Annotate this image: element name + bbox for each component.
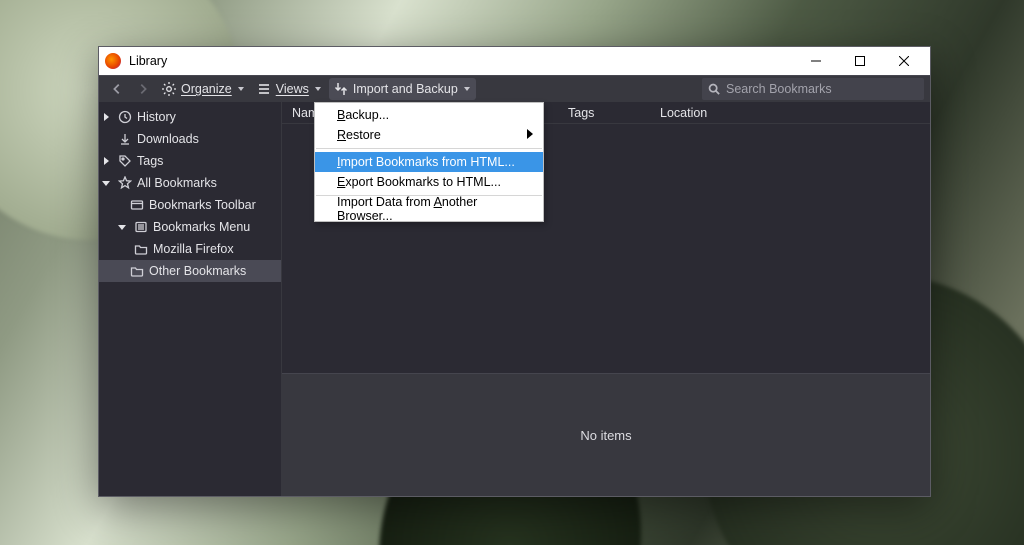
chevron-down-icon [315,87,321,91]
menu-mnemonic: I [337,155,340,169]
menu-item-import-other-browser[interactable]: Import Data from Another Browser... [315,199,543,219]
no-items-label: No items [580,428,631,443]
folder-icon [129,263,145,279]
search-icon [708,83,720,95]
menu-item-restore[interactable]: Restore [315,125,543,145]
clock-icon [117,109,133,125]
sidebar-item-other-bookmarks[interactable]: Other Bookmarks [99,260,281,282]
chevron-down-icon [238,87,244,91]
back-button[interactable] [105,78,129,100]
list-icon [256,81,272,97]
folder-icon [133,241,149,257]
views-label: Views [276,82,309,96]
menu-item-import-html[interactable]: Import Bookmarks from HTML... [315,152,543,172]
column-header-tags[interactable]: Tags [558,102,650,123]
star-icon [117,175,133,191]
bookmark-list[interactable]: Backup... Restore Import Bookmarks from … [282,124,930,373]
import-backup-menu-button[interactable]: Import and Backup [329,78,476,100]
menu-mnemonic: R [337,128,346,142]
import-export-icon [333,81,349,97]
toolbar-icon [129,197,145,213]
sidebar-item-bookmarks-menu[interactable]: Bookmarks Menu [99,216,281,238]
sidebar-item-label: Mozilla Firefox [153,242,234,256]
chevron-right-icon [99,156,113,166]
sidebar-item-label: History [137,110,176,124]
menu-mnemonic: E [337,175,345,189]
titlebar[interactable]: Library [99,47,930,75]
menu-mnemonic: B [337,108,345,122]
forward-button[interactable] [131,78,155,100]
search-bookmarks-field[interactable] [702,78,924,100]
column-header-location[interactable]: Location [650,102,930,123]
views-menu-button[interactable]: Views [252,78,327,100]
sidebar-item-all-bookmarks[interactable]: All Bookmarks [99,172,281,194]
download-icon [117,131,133,147]
import-backup-label: Import and Backup [353,82,458,96]
library-window: Library Organize [98,46,931,497]
sidebar-item-mozilla-firefox[interactable]: Mozilla Firefox [99,238,281,260]
sidebar-item-tags[interactable]: Tags [99,150,281,172]
gear-icon [161,81,177,97]
sidebar-item-downloads[interactable]: Downloads [99,128,281,150]
sidebar-item-label: Downloads [137,132,199,146]
search-input[interactable] [726,82,924,96]
details-pane: No items [282,373,930,496]
sidebar-item-label: Bookmarks Toolbar [149,198,256,212]
chevron-down-icon [464,87,470,91]
sidebar-item-label: Tags [137,154,163,168]
chevron-right-icon [99,112,113,122]
menu-item-backup[interactable]: Backup... [315,105,543,125]
import-backup-menu: Backup... Restore Import Bookmarks from … [314,102,544,222]
sidebar-tree: History Downloads Tags All Bookmarks Boo… [99,102,281,496]
window-title: Library [129,54,794,68]
organize-menu-button[interactable]: Organize [157,78,250,100]
toolbar: Organize Views Import and Backup [99,75,930,102]
sidebar-item-label: Bookmarks Menu [153,220,250,234]
close-button[interactable] [882,48,926,74]
maximize-button[interactable] [838,48,882,74]
sidebar-item-label: All Bookmarks [137,176,217,190]
sidebar-item-bookmarks-toolbar[interactable]: Bookmarks Toolbar [99,194,281,216]
chevron-down-icon [115,222,129,232]
menu-item-export-html[interactable]: Export Bookmarks to HTML... [315,172,543,192]
sidebar-item-label: Other Bookmarks [149,264,246,278]
menu-separator [316,148,542,149]
sidebar-item-history[interactable]: History [99,106,281,128]
minimize-button[interactable] [794,48,838,74]
submenu-arrow-icon [527,128,533,142]
content-area: Name Tags Location Backup... Restore [281,102,930,496]
menu-icon [133,219,149,235]
chevron-down-icon [99,178,113,188]
menu-mnemonic: A [434,195,442,209]
tag-icon [117,153,133,169]
firefox-icon [105,53,121,69]
organize-label: Organize [181,82,232,96]
